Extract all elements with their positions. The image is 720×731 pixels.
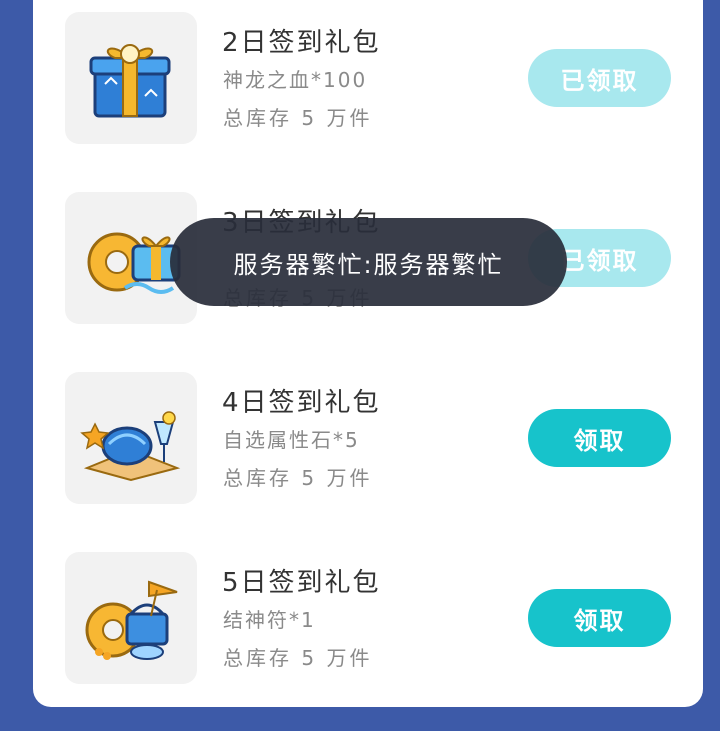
reward-stock: 总库存 5 万件 [223,646,373,670]
reward-list-card: 2日签到礼包 神龙之血*100 总库存 5 万件 已领取 3日签到礼包 总库存 … [33,0,703,707]
reward-title: 5日签到礼包 [222,568,381,598]
reward-title: 4日签到礼包 [222,388,381,418]
claim-button[interactable]: 领取 [528,589,671,647]
screen: 2日签到礼包 神龙之血*100 总库存 5 万件 已领取 3日签到礼包 总库存 … [0,0,720,731]
reward-item: 神龙之血*100 [223,68,368,92]
reward-row-day5: 5日签到礼包 结神符*1 总库存 5 万件 领取 [33,552,703,684]
claimed-button[interactable]: 已领取 [528,49,671,107]
reward-row-day2: 2日签到礼包 神龙之血*100 总库存 5 万件 已领取 [33,12,703,144]
reward-item: 结神符*1 [223,608,316,632]
beach-shell-drink-icon [65,372,197,504]
reward-item: 自选属性石*5 [223,428,360,452]
reward-row-day4: 4日签到礼包 自选属性石*5 总库存 5 万件 领取 [33,372,703,504]
reward-stock: 总库存 5 万件 [223,466,373,490]
gift-box-icon [65,12,197,144]
claim-button[interactable]: 领取 [528,409,671,467]
reward-title: 2日签到礼包 [222,28,381,58]
reward-stock: 总库存 5 万件 [223,106,373,130]
picnic-basket-icon [65,552,197,684]
error-toast: 服务器繁忙:服务器繁忙 [170,218,567,306]
